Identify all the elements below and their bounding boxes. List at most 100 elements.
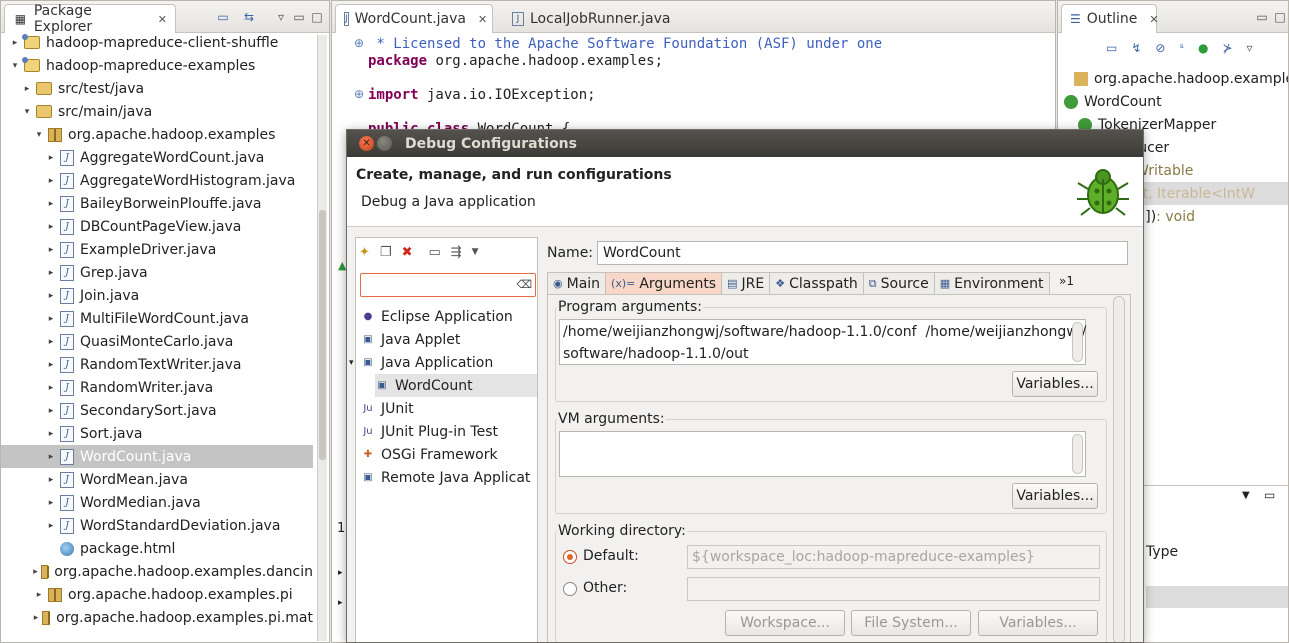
fold-icon[interactable]: ⊕	[354, 36, 364, 50]
package-explorer-scrollbar[interactable]	[317, 35, 327, 641]
sort-icon[interactable]: ↯	[1131, 41, 1141, 55]
outline-tab[interactable]: ☰ Outline ✕	[1061, 4, 1159, 33]
minimize-icon[interactable]: ▭	[291, 9, 307, 25]
tree-item[interactable]: ▸ J Grep.java	[1, 261, 313, 284]
filter-config-icon[interactable]: ⇶	[451, 245, 462, 260]
delete-config-icon[interactable]: ✖	[402, 245, 413, 260]
tree-item[interactable]: ▸ hadoop-mapreduce-client-shuffle	[1, 31, 313, 54]
config-type-item[interactable]: ✚ OSGi Framework	[361, 443, 498, 466]
vm-args-variables-button[interactable]: Variables...	[1012, 483, 1098, 509]
collapsed-arrow-icon[interactable]: ▸	[45, 268, 57, 278]
program-args-scrollbar[interactable]	[1072, 322, 1083, 362]
collapsed-arrow-icon[interactable]: ▸	[45, 291, 57, 301]
collapsed-arrow-icon[interactable]: ▸	[45, 521, 57, 531]
collapsed-arrow-icon[interactable]: ▸	[21, 84, 33, 94]
collapsed-arrow-icon[interactable]: ▸	[45, 337, 57, 347]
default-radio[interactable]	[563, 550, 577, 564]
view-menu-icon[interactable]: ▿	[273, 9, 289, 25]
expanded-arrow-icon[interactable]: ▾	[349, 358, 361, 368]
outline-item[interactable]: WordCount	[1064, 90, 1162, 113]
package-explorer-tab[interactable]: ▦ Package Explorer ✕	[4, 3, 176, 35]
close-tab-icon[interactable]: ✕	[1149, 13, 1158, 26]
tab-source[interactable]: ⧉ Source	[862, 272, 935, 294]
new-config-icon[interactable]: ✦	[359, 245, 370, 260]
link-with-editor-icon[interactable]: ⇆	[241, 9, 257, 25]
workspace-button[interactable]: Workspace...	[725, 610, 845, 636]
config-type-item[interactable]: Ju JUnit	[361, 397, 413, 420]
clear-filter-icon[interactable]: ⌫	[516, 278, 532, 291]
duplicate-config-icon[interactable]: ❐	[380, 245, 392, 260]
tab-classpath[interactable]: ❖ Classpath	[769, 272, 864, 294]
expanded-arrow-icon[interactable]: ▾	[33, 130, 45, 140]
vm-args-textarea[interactable]	[559, 431, 1086, 477]
tree-item[interactable]: ▸ J BaileyBorweinPlouffe.java	[1, 192, 313, 215]
collapse-all-icon[interactable]: ▭	[428, 245, 440, 260]
editor-tab-localjobrunner[interactable]: J LocalJobRunner.java	[504, 4, 684, 33]
expanded-arrow-icon[interactable]: ▾	[9, 61, 21, 71]
tree-item[interactable]: ▸ org.apache.hadoop.examples.dancin	[1, 560, 313, 583]
tree-item[interactable]: ▸ J WordStandardDeviation.java	[1, 514, 313, 537]
collapsed-arrow-icon[interactable]: ▸	[45, 199, 57, 209]
tab-environment[interactable]: ▦ Environment	[933, 272, 1050, 294]
file-system-button[interactable]: File System...	[851, 610, 971, 636]
tab-main[interactable]: ◉ Main	[547, 272, 607, 294]
dropdown-icon[interactable]: ▼	[472, 247, 479, 257]
tree-item[interactable]: ▸ J MultiFileWordCount.java	[1, 307, 313, 330]
collapsed-arrow-icon[interactable]: ▸	[45, 153, 57, 163]
program-args-textarea[interactable]: /home/weijianzhongwj/software/hadoop-1.1…	[559, 319, 1086, 365]
tree-item[interactable]: ▸ J DBCountPageView.java	[1, 215, 313, 238]
collapse-all-icon[interactable]: ▭	[215, 9, 231, 25]
working-dir-variables-button[interactable]: Variables...	[978, 610, 1098, 636]
other-dir-field[interactable]	[687, 577, 1100, 601]
collapsed-arrow-icon[interactable]: ▸	[45, 314, 57, 324]
tree-item[interactable]: ▸ J QuasiMonteCarlo.java	[1, 330, 313, 353]
minimize-icon[interactable]	[377, 136, 392, 151]
config-type-item[interactable]: ▣ WordCount	[375, 374, 537, 397]
maximize-icon[interactable]: □	[309, 9, 325, 25]
tree-item[interactable]: package.html	[1, 537, 313, 560]
tree-item[interactable]: ▸ J WordMean.java	[1, 468, 313, 491]
tree-item[interactable]: ▸ J WordMedian.java	[1, 491, 313, 514]
hide-static-icon[interactable]: ˢ	[1179, 41, 1183, 55]
tree-item[interactable]: ▸ J AggregateWordCount.java	[1, 146, 313, 169]
close-tab-icon[interactable]: ✕	[478, 13, 487, 26]
tree-item[interactable]: ▸ J Sort.java	[1, 422, 313, 445]
expanded-arrow-icon[interactable]: ▾	[21, 107, 33, 117]
code-area[interactable]: ⊕ * Licensed to the Apache Software Foun…	[332, 33, 1055, 137]
collapsed-arrow-icon[interactable]: ▸	[45, 406, 57, 416]
config-type-item[interactable]: ▣ Java Applet	[361, 328, 460, 351]
tree-item[interactable]: ▾ org.apache.hadoop.examples	[1, 123, 313, 146]
editor-tab-wordcount[interactable]: J WordCount.java ✕	[335, 4, 493, 33]
tree-item[interactable]: ▸ J RandomTextWriter.java	[1, 353, 313, 376]
view-menu-icon[interactable]: ▿	[1247, 41, 1253, 55]
maximize-icon[interactable]: □	[1272, 9, 1288, 25]
tab-jre[interactable]: ▤ JRE	[721, 272, 771, 294]
tree-item[interactable]: ▾ src/main/java	[1, 100, 313, 123]
close-tab-icon[interactable]: ✕	[158, 13, 167, 26]
collapsed-arrow-icon[interactable]: ▸	[45, 383, 57, 393]
tree-item[interactable]: ▸ J RandomWriter.java	[1, 376, 313, 399]
tree-item[interactable]: ▸ J SecondarySort.java	[1, 399, 313, 422]
collapsed-arrow-icon[interactable]: ▸	[33, 567, 38, 577]
collapsed-arrow-icon[interactable]: ▸	[33, 613, 39, 623]
collapsed-arrow-icon[interactable]: ▸	[33, 590, 45, 600]
tree-item[interactable]: ▸ org.apache.hadoop.examples.pi	[1, 583, 313, 606]
collapsed-arrow-icon[interactable]: ▸	[9, 38, 21, 48]
tree-item[interactable]: ▸ J WordCount.java	[1, 445, 313, 468]
minimize-icon[interactable]: ▭	[1254, 9, 1270, 25]
collapse-all-icon[interactable]: ▭	[1106, 41, 1117, 55]
outline-item[interactable]: org.apache.hadoop.example	[1074, 67, 1288, 90]
fold-icon[interactable]: ⊕	[354, 87, 364, 101]
collapsed-arrow-icon[interactable]: ▸	[45, 222, 57, 232]
tree-item[interactable]: ▸ J ExampleDriver.java	[1, 238, 313, 261]
config-filter-input[interactable]: ⌫	[360, 273, 536, 297]
collapsed-arrow-icon[interactable]: ▸	[45, 176, 57, 186]
tab-overflow[interactable]: »1	[1059, 274, 1074, 288]
tab-arguments[interactable]: (x)= Arguments	[605, 272, 723, 294]
name-input[interactable]: WordCount	[597, 241, 1128, 265]
vm-args-scrollbar[interactable]	[1072, 434, 1083, 474]
collapsed-arrow-icon[interactable]: ▸	[45, 498, 57, 508]
collapsed-arrow-icon[interactable]: ▸	[45, 245, 57, 255]
config-type-item[interactable]: Ju JUnit Plug-in Test	[361, 420, 498, 443]
hide-nonpublic-icon[interactable]: ●	[1198, 41, 1208, 55]
